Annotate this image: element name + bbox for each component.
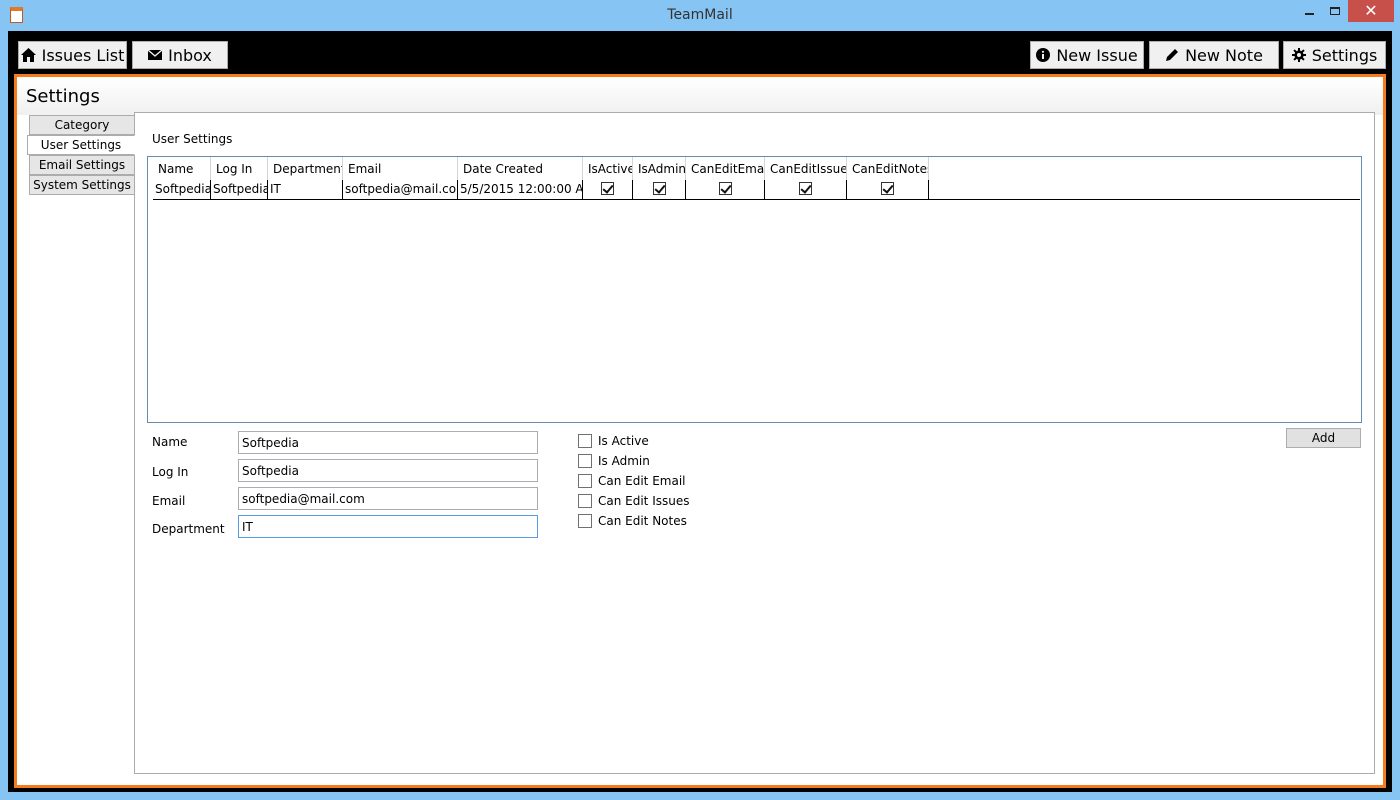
checkbox-checked-icon[interactable] <box>601 182 614 195</box>
window-title: TeamMail <box>667 7 733 23</box>
envelope-icon <box>148 50 163 60</box>
login-field[interactable] <box>238 459 538 482</box>
add-user-button[interactable]: Add <box>1286 428 1361 448</box>
email-field[interactable] <box>238 487 538 510</box>
column-header-login[interactable]: Log In <box>211 157 268 180</box>
new-issue-label: New Issue <box>1056 45 1138 65</box>
column-header-isadmin[interactable]: IsAdmin <box>633 157 686 180</box>
section-title: User Settings <box>152 132 233 146</box>
column-header-email[interactable]: Email <box>343 157 458 180</box>
checkbox-unchecked-icon[interactable] <box>578 474 592 488</box>
new-note-label: New Note <box>1185 45 1263 65</box>
home-icon <box>20 48 36 62</box>
inbox-label: Inbox <box>168 45 212 65</box>
cell-name: Softpedia <box>153 180 211 199</box>
column-header-department[interactable]: Department <box>268 157 343 180</box>
maximize-button[interactable] <box>1322 0 1348 22</box>
title-bar: TeamMail ✕ <box>0 0 1400 31</box>
checkbox-checked-icon[interactable] <box>799 182 812 195</box>
tab-email-settings[interactable]: Email Settings <box>29 155 135 175</box>
checkbox-checked-icon[interactable] <box>652 182 666 195</box>
window-frame-left <box>0 31 8 800</box>
new-issue-button[interactable]: New Issue <box>1030 41 1144 69</box>
checkbox-unchecked-icon[interactable] <box>578 514 592 528</box>
tab-system-settings[interactable]: System Settings <box>29 175 135 195</box>
page-title: Settings <box>26 86 100 107</box>
tab-category-settings[interactable]: Category Settings <box>29 115 135 150</box>
cell-date-created: 5/5/2015 12:00:00 AM <box>458 180 583 199</box>
settings-label: Settings <box>1311 45 1378 65</box>
cell-isactive[interactable] <box>583 180 633 199</box>
checkbox-checked-icon[interactable] <box>718 182 732 195</box>
new-note-button[interactable]: New Note <box>1149 41 1279 69</box>
column-header-caneditemail[interactable]: CanEditEmail <box>686 157 765 180</box>
can-edit-notes-label: Can Edit Notes <box>598 514 687 528</box>
table-row[interactable]: Softpedia Softpedia IT softpedia@mail.co… <box>153 180 1360 200</box>
issues-list-button[interactable]: Issues List <box>18 41 127 69</box>
cell-email: softpedia@mail.com <box>343 180 458 199</box>
column-header-caneditnotes[interactable]: CanEditNotes <box>847 157 929 180</box>
cell-isadmin[interactable] <box>633 180 686 199</box>
is-admin-label: Is Admin <box>598 454 650 468</box>
close-button[interactable]: ✕ <box>1348 0 1394 22</box>
can-edit-email-checkbox[interactable]: Can Edit Email <box>578 473 686 489</box>
gear-icon <box>1291 48 1306 62</box>
department-field[interactable] <box>238 515 538 538</box>
can-edit-issues-label: Can Edit Issues <box>598 494 690 508</box>
minimize-button[interactable] <box>1296 0 1322 22</box>
column-header-canEditissues[interactable]: CanEditIssues <box>765 157 847 180</box>
checkbox-checked-icon[interactable] <box>881 182 894 195</box>
cell-caneditissues[interactable] <box>765 180 847 199</box>
can-edit-issues-checkbox[interactable]: Can Edit Issues <box>578 493 690 509</box>
cell-caneditemail[interactable] <box>686 180 765 199</box>
users-grid[interactable]: Name Log In Department Email Date Create… <box>147 156 1362 423</box>
department-label: Department <box>152 522 225 536</box>
cell-login: Softpedia <box>211 180 268 199</box>
column-header-isactive[interactable]: IsActive <box>583 157 633 180</box>
tab-user-settings[interactable]: User Settings <box>27 135 135 155</box>
window-frame-right <box>1392 31 1400 800</box>
page-header: Settings <box>17 77 1383 115</box>
maximize-icon <box>1330 7 1340 15</box>
grid-header: Name Log In Department Email Date Create… <box>148 157 929 180</box>
minimize-icon <box>1304 13 1314 15</box>
checkbox-unchecked-icon[interactable] <box>578 454 592 468</box>
issues-list-label: Issues List <box>41 45 125 65</box>
column-header-date-created[interactable]: Date Created <box>458 157 583 180</box>
email-label: Email <box>152 494 186 508</box>
can-edit-email-label: Can Edit Email <box>598 474 686 488</box>
window-frame-bottom <box>0 792 1400 800</box>
name-label: Name <box>152 435 188 449</box>
checkbox-unchecked-icon[interactable] <box>578 434 592 448</box>
login-label: Log In <box>152 465 189 479</box>
settings-button[interactable]: Settings <box>1283 41 1386 69</box>
is-active-checkbox[interactable]: Is Active <box>578 433 649 449</box>
can-edit-notes-checkbox[interactable]: Can Edit Notes <box>578 513 687 529</box>
is-admin-checkbox[interactable]: Is Admin <box>578 453 650 469</box>
pencil-icon <box>1166 49 1179 61</box>
name-field[interactable] <box>238 431 538 454</box>
main-toolbar: Issues List Inbox New Issue New Note Set… <box>8 31 1392 74</box>
checkbox-unchecked-icon[interactable] <box>578 494 592 508</box>
info-circle-icon <box>1036 48 1051 62</box>
cell-department: IT <box>268 180 343 199</box>
is-active-label: Is Active <box>598 434 649 448</box>
column-header-name[interactable]: Name <box>153 157 211 180</box>
settings-page: Settings Category Settings User Settings… <box>14 74 1386 788</box>
inbox-button[interactable]: Inbox <box>132 41 228 69</box>
cell-caneditnotes[interactable] <box>847 180 929 199</box>
